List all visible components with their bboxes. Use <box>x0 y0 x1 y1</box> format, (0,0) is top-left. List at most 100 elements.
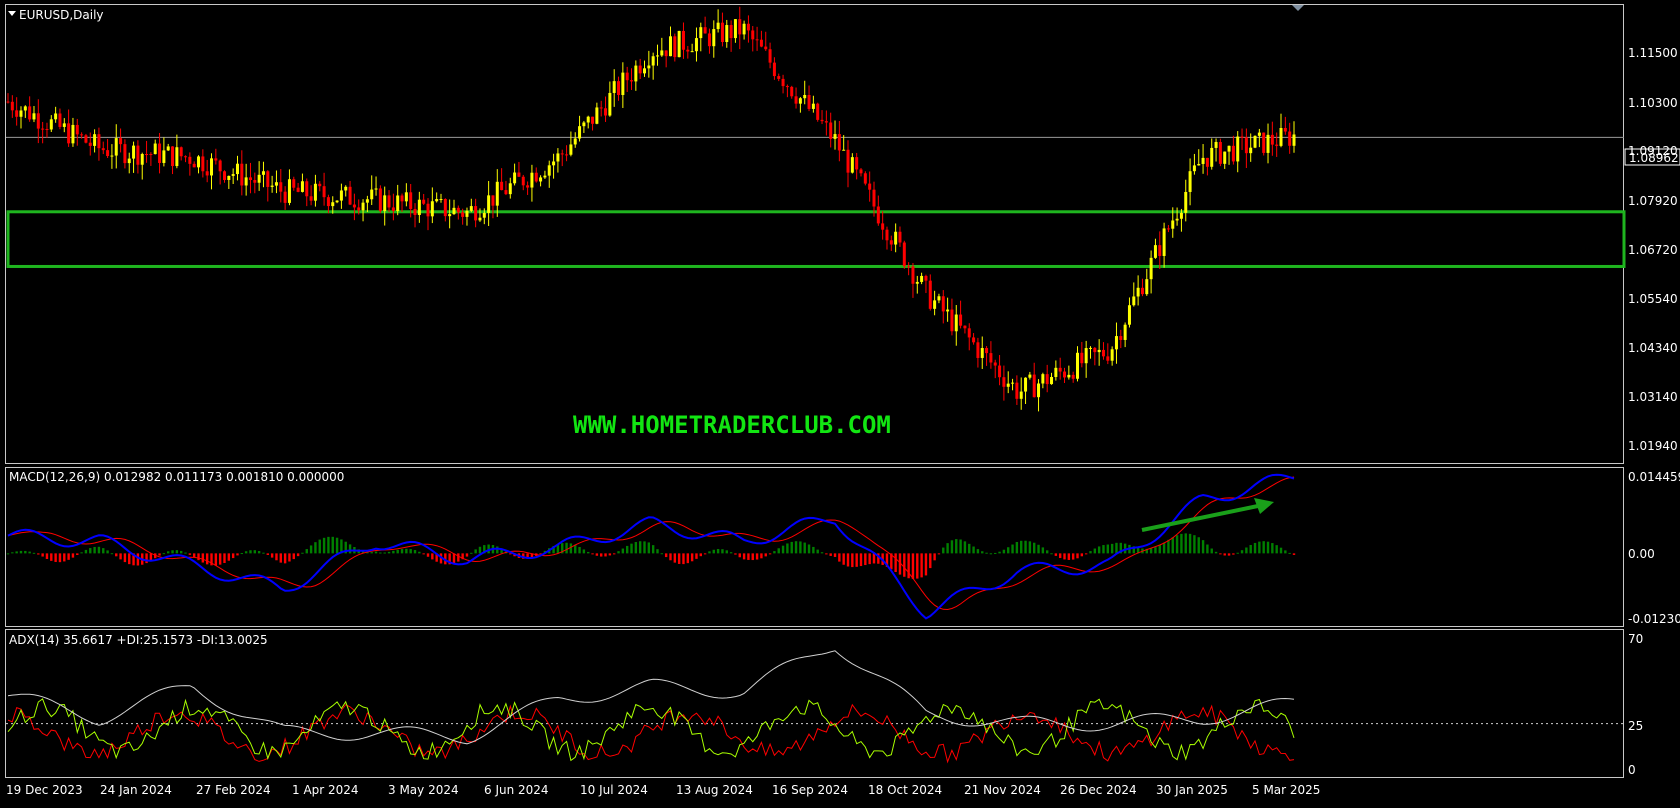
macd-histogram-bar <box>6 553 10 555</box>
candle-body <box>292 179 296 188</box>
chart-canvas[interactable]: EURUSD,Daily WWW.HOMETRADERCLUB.COM MACD… <box>0 0 1680 804</box>
macd-histogram-bar <box>115 553 118 557</box>
candle-body <box>980 348 984 358</box>
candle-body <box>790 86 794 97</box>
candle-body <box>123 144 127 164</box>
macd-histogram-bar <box>673 553 677 563</box>
adx-label: ADX(14) 35.6617 +DI:25.1573 -DI:13.0025 <box>9 633 268 647</box>
candle-body <box>71 124 75 144</box>
macd-histogram-bar <box>933 553 936 561</box>
candle-body <box>1270 134 1274 145</box>
macd-histogram-bar <box>1076 553 1079 559</box>
candle-body <box>41 128 45 130</box>
macd-histogram-bar <box>1041 547 1045 554</box>
candle-body <box>404 192 408 202</box>
macd-histogram-bar <box>1015 541 1019 554</box>
macd-histogram-bar <box>794 541 798 554</box>
macd-histogram-bar <box>600 553 603 557</box>
macd-histogram-bar <box>392 550 395 554</box>
macd-histogram-bar <box>379 552 382 554</box>
candle-body <box>175 147 179 167</box>
candle-body <box>547 165 551 176</box>
candle-body <box>391 207 395 212</box>
candle-body <box>630 80 634 82</box>
macd-histogram-bar <box>664 553 668 558</box>
candle-body <box>1192 165 1196 172</box>
candle-body <box>67 123 71 144</box>
symbol-label: EURUSD,Daily <box>19 8 104 22</box>
macd-histogram-bar <box>452 553 456 564</box>
candle-body <box>907 266 911 268</box>
candle-body <box>1275 144 1279 146</box>
macd-histogram-bar <box>279 553 282 563</box>
candle-body <box>617 81 621 96</box>
macd-histogram-bar <box>1154 547 1157 554</box>
candle-body <box>1145 279 1149 295</box>
macd-histogram-bar <box>842 553 845 565</box>
macd-histogram-bar <box>1249 544 1252 554</box>
candle-body <box>253 180 257 183</box>
chart-window[interactable]: EURUSD,Daily WWW.HOMETRADERCLUB.COM MACD… <box>0 0 1680 804</box>
macd-histogram-bar <box>11 552 14 554</box>
price-tick: 1.07920 <box>1628 194 1678 208</box>
macd-histogram-bar <box>1171 537 1174 554</box>
macd-histogram-bar <box>859 553 863 567</box>
candle-body <box>456 207 460 213</box>
macd-histogram-bar <box>612 553 616 555</box>
candle-body <box>1076 352 1080 379</box>
candle-body <box>261 171 265 175</box>
candle-body <box>552 161 556 166</box>
candle-body <box>746 23 750 31</box>
candle-body <box>578 126 582 139</box>
macd-histogram-bar <box>816 549 819 554</box>
date-label: 26 Dec 2024 <box>1060 783 1137 797</box>
candle-body <box>448 214 452 217</box>
candle-body <box>1227 145 1231 152</box>
candle-body <box>742 23 746 35</box>
candle-body <box>1158 245 1162 256</box>
macd-histogram-bar <box>764 553 767 557</box>
macd-histogram-bar <box>1266 541 1270 554</box>
macd-histogram-bar <box>496 546 499 554</box>
candle-body <box>1028 374 1032 378</box>
macd-histogram-bar <box>71 553 75 558</box>
macd-histogram-bar <box>989 553 993 555</box>
date-label: 13 Aug 2024 <box>676 783 753 797</box>
candle-body <box>365 199 369 203</box>
candle-body <box>210 158 214 176</box>
macd-histogram-bar <box>924 553 928 576</box>
candle-body <box>885 229 889 241</box>
candle-body <box>772 62 776 77</box>
macd-histogram-bar <box>812 546 815 554</box>
candle-body <box>274 182 278 186</box>
macd-histogram-bar <box>790 541 793 554</box>
macd-histogram-bar <box>1258 541 1261 554</box>
macd-histogram-bar <box>1033 542 1036 554</box>
candle-body <box>959 314 963 326</box>
candle-body <box>1197 163 1201 166</box>
candle-body <box>305 181 309 197</box>
macd-histogram-bar <box>175 550 179 554</box>
candle-body <box>634 65 638 82</box>
candle-body <box>162 150 166 163</box>
macd-histogram-bar <box>864 553 867 566</box>
macd-histogram-bar <box>677 553 681 564</box>
candle-body <box>409 192 413 209</box>
macd-histogram-bar <box>1288 552 1291 554</box>
candle-body <box>1184 191 1188 213</box>
macd-histogram-bar <box>348 544 352 554</box>
candle-body <box>482 212 486 218</box>
candle-body <box>820 119 824 122</box>
candle-body <box>136 145 140 165</box>
candle-body <box>703 27 707 34</box>
candle-body <box>244 177 248 186</box>
macd-histogram-bar <box>781 545 785 554</box>
candle-body <box>487 195 491 213</box>
candle-body <box>114 138 118 156</box>
macd-histogram-bar <box>738 553 741 558</box>
candle-body <box>1019 391 1023 399</box>
macd-histogram-bar <box>617 551 620 554</box>
macd-histogram-bar <box>1089 551 1092 554</box>
macd-histogram-bar <box>218 553 222 565</box>
candle-body <box>967 328 971 338</box>
